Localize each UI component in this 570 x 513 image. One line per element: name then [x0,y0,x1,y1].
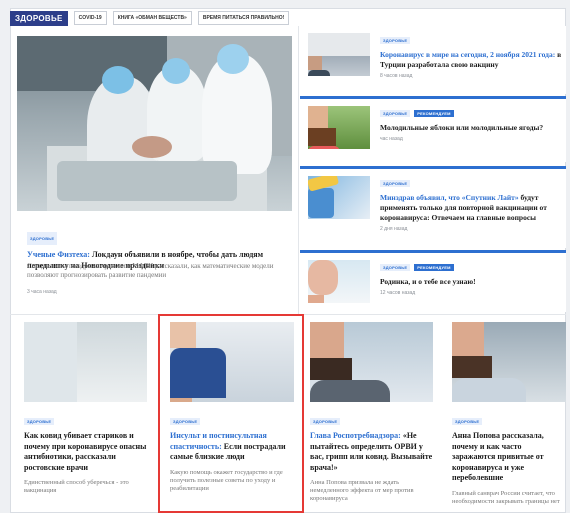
side-time-4: 12 часов назад [380,290,416,296]
side-tag-reco-2[interactable]: РЕКОМЕНДУЕМ [414,110,454,117]
card-summary-1: Единственный способ уберечься - это вакц… [24,479,129,494]
side-thumb-4[interactable] [308,260,370,303]
card-title-rest-4[interactable]: Анна Попова рассказала, почему и как час… [452,431,544,482]
card-thumb-2[interactable] [170,322,294,402]
side-title-link-1[interactable]: Коронавирус в мире на сегодня, 2 ноября … [380,50,555,59]
nav-tag-book[interactable]: КНИГА «ОБМАН ВЕЩЕСТВ» [112,11,192,25]
lead-title-link[interactable]: Ученые Физтеха: [27,250,90,259]
card-3[interactable]: ЗДОРОВЬЕ Глава Роспотребнадзора: «Не пыт… [302,318,438,510]
card-title-rest-1[interactable]: Как ковид убивает стариков и почему при … [24,431,146,472]
side-title-rest-4[interactable]: Родинка, и о тебе все узнаю! [380,277,476,286]
lead-time: 3 часа назад [27,289,57,295]
side-time-1: 8 часов назад [380,73,413,79]
side-tag-4[interactable]: ЗДОРОВЬЕ [380,264,411,271]
side-item-1[interactable]: ЗДОРОВЬЕ Коронавирус в мире на сегодня, … [300,26,566,94]
section-badge[interactable]: ЗДОРОВЬЕ [10,10,68,26]
section-nav: ЗДОРОВЬЕ COVID-19 КНИГА «ОБМАН ВЕЩЕСТВ» … [10,10,570,26]
lead-photo[interactable] [17,36,292,211]
lead-tag[interactable]: ЗДОРОВЬЕ [27,232,58,245]
card-tag-2[interactable]: ЗДОРОВЬЕ [170,418,201,425]
card-thumb-4[interactable] [452,322,566,402]
card-title-link-3[interactable]: Глава Роспотребнадзора: [310,431,401,440]
card-summary-2: Какую помощь окажет государство и где по… [170,468,283,492]
nav-tag-covid[interactable]: COVID-19 [73,11,107,25]
card-tag-1[interactable]: ЗДОРОВЬЕ [24,418,55,425]
lead-summary: Специалисты по здравоохранению МФТИ расс… [27,262,285,297]
card-summary-4: Главный санврач России считает, что необ… [452,489,560,505]
card-thumb-3[interactable] [310,322,433,402]
side-thumb-2[interactable] [308,106,370,149]
side-time-2: час назад [380,136,403,142]
lead-summary-text: Специалисты по здравоохранению МФТИ расс… [27,262,274,279]
side-tag-2[interactable]: ЗДОРОВЬЕ [380,110,411,117]
side-tag-3[interactable]: ЗДОРОВЬЕ [380,180,411,187]
card-4[interactable]: ЗДОРОВЬЕ Анна Попова рассказала, почему … [444,318,566,510]
card-1[interactable]: ЗДОРОВЬЕ Как ковид убивает стариков и по… [16,318,152,510]
side-thumb-3[interactable] [308,176,370,219]
card-tag-4[interactable]: ЗДОРОВЬЕ [452,418,483,425]
side-time-3: 2 дня назад [380,226,408,232]
card-tag-3[interactable]: ЗДОРОВЬЕ [310,418,341,425]
card-thumb-1[interactable] [24,322,147,402]
card-summary-3: Анна Попова призвала не ждать немедленно… [310,479,414,502]
column-divider [298,26,299,314]
side-item-3[interactable]: ЗДОРОВЬЕ Минздрав объявил, что «Спутник … [300,166,566,248]
side-item-4[interactable]: ЗДОРОВЬЕ РЕКОМЕНДУЕМ Родинка, и о тебе в… [300,250,566,312]
nav-tag-nutrition[interactable]: ВРЕМЯ ПИТАТЬСЯ ПРАВИЛЬНО! [197,11,290,25]
side-title-rest-2[interactable]: Молодильные яблоки или молодильные ягоды… [380,123,543,132]
side-item-2[interactable]: ЗДОРОВЬЕ РЕКОМЕНДУЕМ Молодильные яблоки … [300,96,566,162]
side-tag-1[interactable]: ЗДОРОВЬЕ [380,37,411,44]
card-2[interactable]: ЗДОРОВЬЕ Инсульт и постинсультная спасти… [158,314,304,513]
side-thumb-1[interactable] [308,33,370,76]
side-tag-reco-4[interactable]: РЕКОМЕНДУЕМ [414,264,454,271]
side-title-link-3[interactable]: Минздрав объявил, что «Спутник Лайт» [380,193,519,202]
